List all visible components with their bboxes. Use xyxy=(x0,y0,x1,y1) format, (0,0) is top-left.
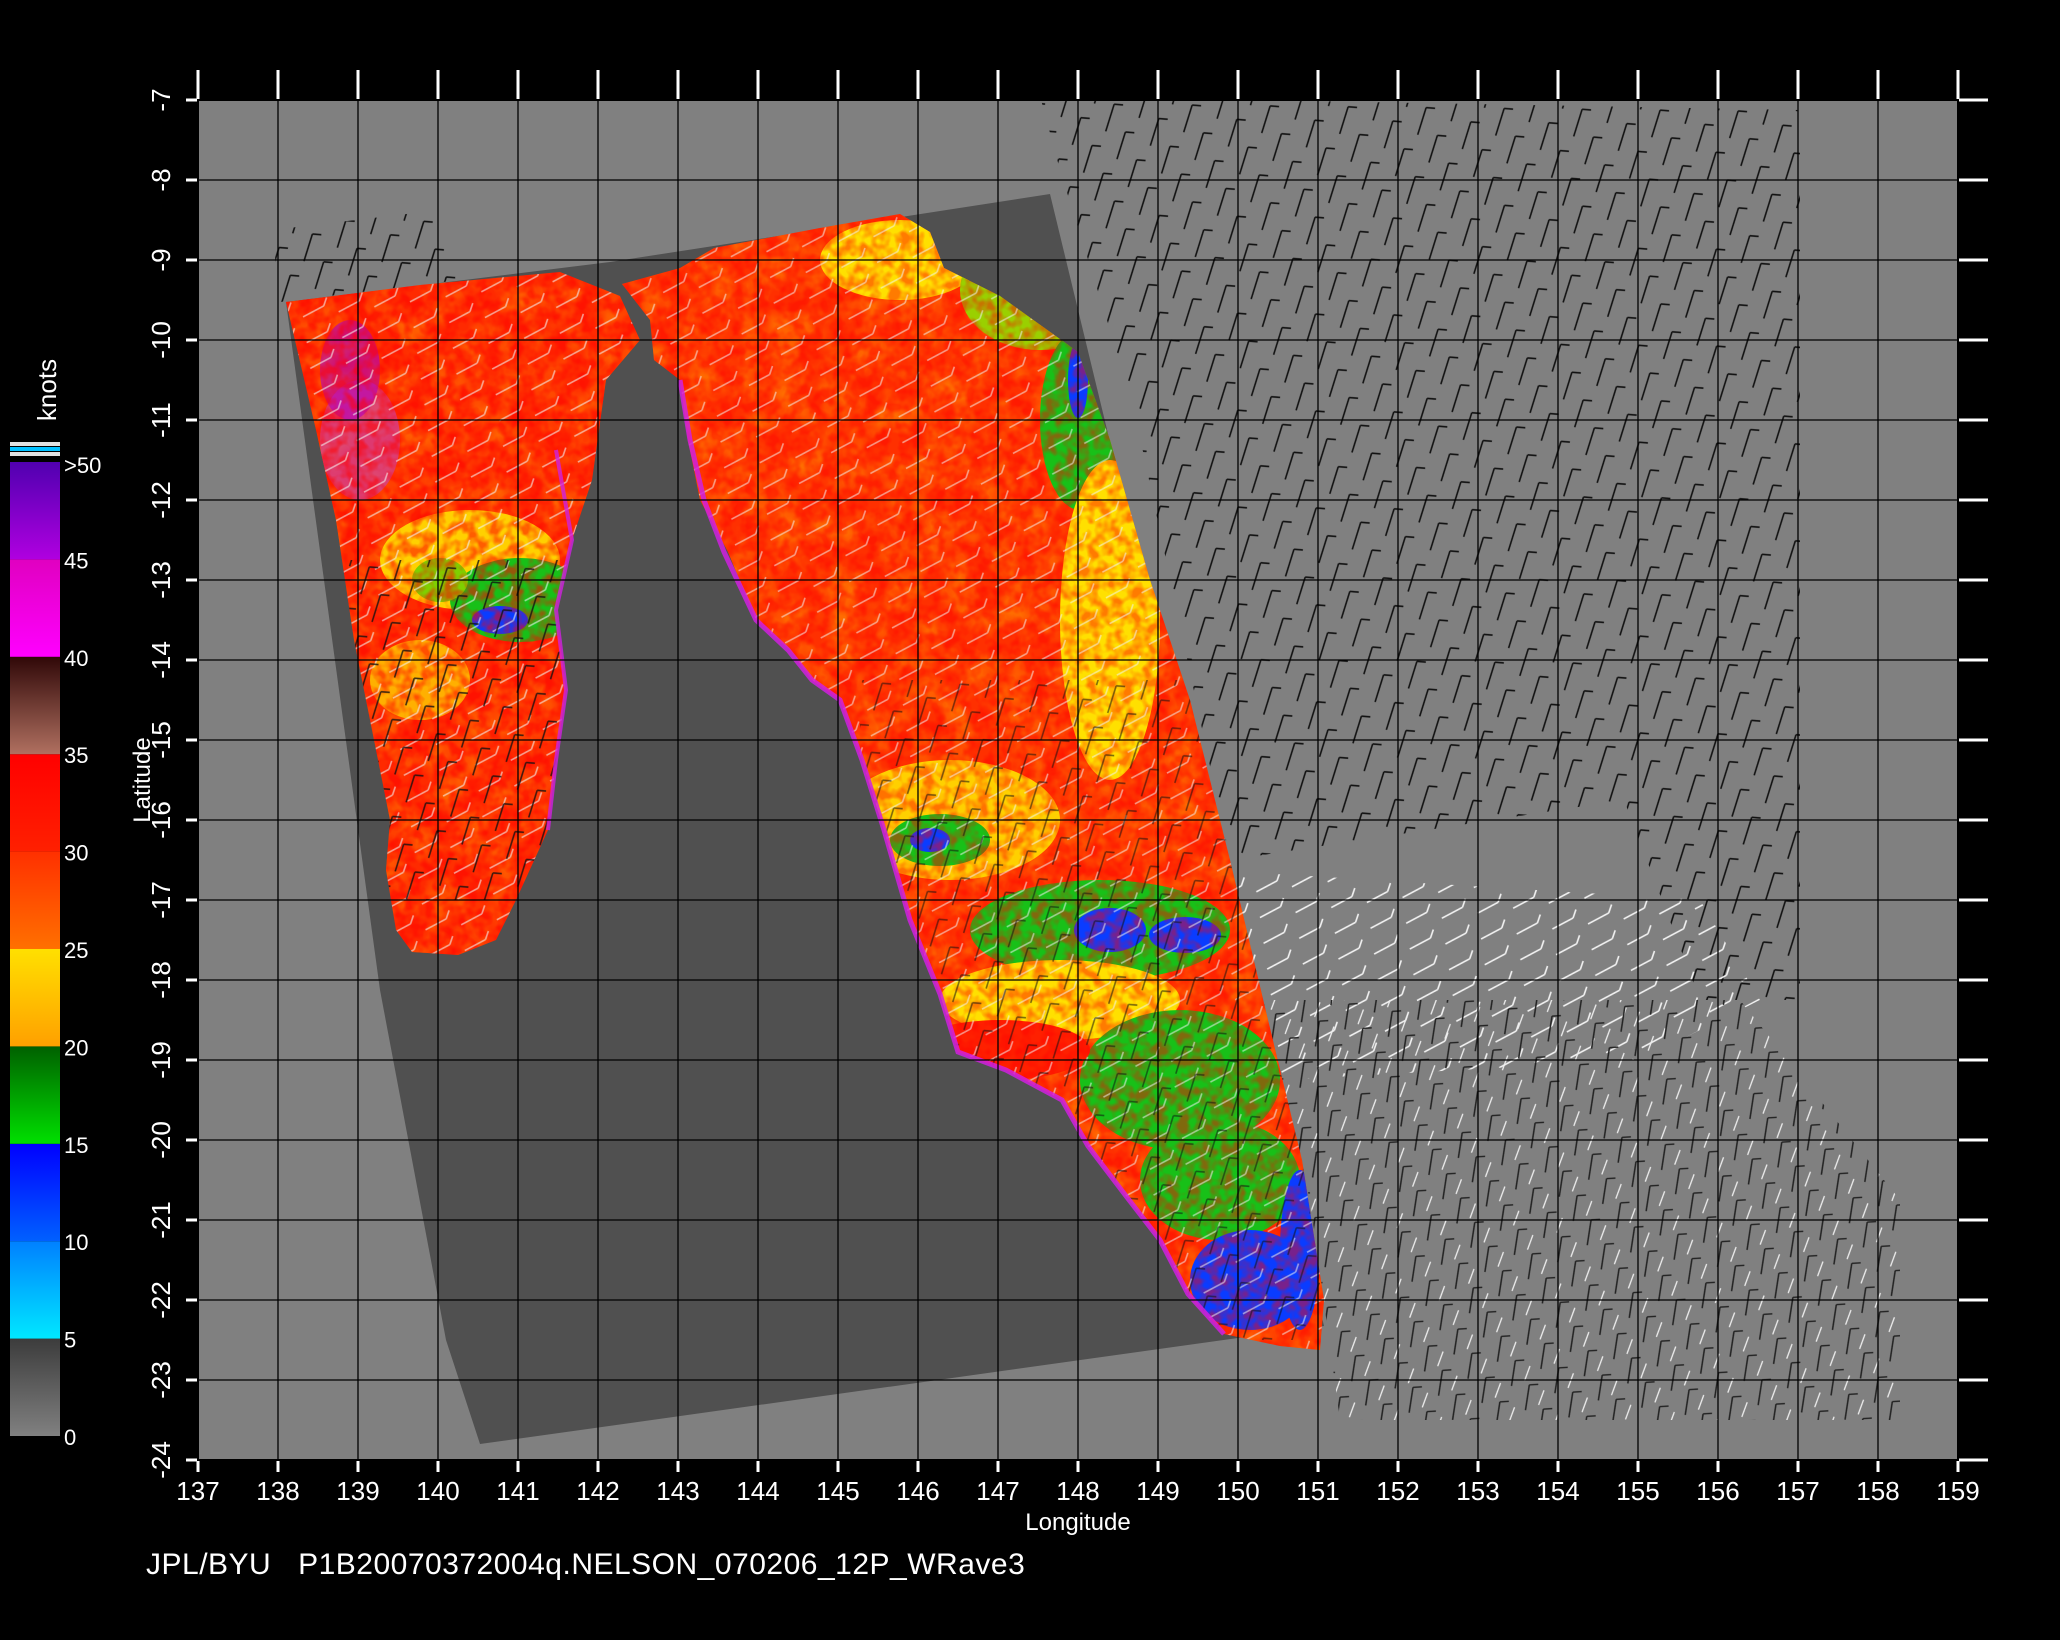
colorbar xyxy=(10,442,60,1436)
y-tick-label: -8 xyxy=(146,168,176,191)
colorbar-label: 5 xyxy=(64,1328,76,1353)
colorbar-overflow-stripe xyxy=(10,452,60,456)
x-tick-label: 151 xyxy=(1296,1476,1339,1506)
y-tick-label: -22 xyxy=(146,1281,176,1319)
y-tick-label: -11 xyxy=(146,402,176,438)
colorbar-overflow-stripe xyxy=(10,447,60,451)
x-axis-label: Longitude xyxy=(1025,1509,1130,1536)
y-tick-label: -24 xyxy=(146,1441,176,1479)
y-tick-label: -23 xyxy=(146,1361,176,1399)
colorbar-label: 20 xyxy=(64,1035,88,1060)
colorbar-bin xyxy=(10,1046,60,1144)
colorbar-label: 25 xyxy=(64,938,88,963)
figure-caption: JPL/BYU P1B20070372004q.NELSON_070206_12… xyxy=(146,1548,1043,1582)
x-tick-label: 146 xyxy=(896,1476,939,1506)
x-tick-label: 145 xyxy=(816,1476,859,1506)
x-tick-label: 159 xyxy=(1936,1476,1979,1506)
y-tick-label: -9 xyxy=(146,248,176,271)
colorbar-bin xyxy=(10,851,60,949)
colorbar-label: 40 xyxy=(64,646,88,671)
x-tick-label: 154 xyxy=(1536,1476,1579,1506)
x-tick-label: 152 xyxy=(1376,1476,1419,1506)
y-tick-label: -19 xyxy=(146,1041,176,1079)
y-tick-label: -18 xyxy=(146,961,176,999)
colorbar-label: 35 xyxy=(64,743,88,768)
x-tick-label: 140 xyxy=(416,1476,459,1506)
x-tick-label: 153 xyxy=(1456,1476,1499,1506)
x-tick-label: 143 xyxy=(656,1476,699,1506)
caption-file: P1B20070372004q.NELSON_070206_12P_WRave3 xyxy=(298,1548,1026,1581)
x-tick-label: 155 xyxy=(1616,1476,1659,1506)
colorbar-bin xyxy=(10,559,60,657)
colorbar-unit: knots xyxy=(32,359,62,421)
colorbar-bin xyxy=(10,1338,60,1436)
colorbar-bin xyxy=(10,1241,60,1339)
x-tick-label: 148 xyxy=(1056,1476,1099,1506)
colorbar-label: >50 xyxy=(64,453,101,478)
colorbar-labels: >50 45 40 35 30 25 20 15 10 5 0 xyxy=(64,453,101,1450)
y-tick-label: -12 xyxy=(146,481,176,519)
x-tick-label: 158 xyxy=(1856,1476,1899,1506)
colorbar-label: 45 xyxy=(64,548,88,573)
x-tick-label: 147 xyxy=(976,1476,1019,1506)
colorbar-label: 30 xyxy=(64,841,88,866)
colorbar-label: 10 xyxy=(64,1230,88,1255)
x-tick-label: 156 xyxy=(1696,1476,1739,1506)
colorbar-label: 0 xyxy=(64,1425,76,1450)
x-tick-label: 142 xyxy=(576,1476,619,1506)
y-tick-label: -20 xyxy=(146,1121,176,1159)
y-tick-label: -7 xyxy=(146,88,176,111)
y-tick-label: -13 xyxy=(146,561,176,599)
colorbar-bin xyxy=(10,656,60,755)
y-axis-label: Latitude xyxy=(129,737,156,822)
y-tick-label: -10 xyxy=(146,321,176,359)
x-tick-label: 157 xyxy=(1776,1476,1819,1506)
x-tick-label: 144 xyxy=(736,1476,779,1506)
x-tick-label: 149 xyxy=(1136,1476,1179,1506)
caption-source: JPL/BYU xyxy=(146,1548,272,1581)
colorbar-overflow-stripe xyxy=(10,442,60,446)
x-tick-label: 137 xyxy=(176,1476,219,1506)
colorbar-bin xyxy=(10,949,60,1047)
wind-map-figure: 137 138 139 140 141 142 143 144 145 146 147 148 149 1… xyxy=(10,70,1988,1536)
y-tick-label: -17 xyxy=(146,881,176,919)
x-tick-label: 138 xyxy=(256,1476,299,1506)
colorbar-bin xyxy=(10,462,60,560)
y-tick-label: -14 xyxy=(146,641,176,679)
y-tick-label: -21 xyxy=(146,1201,176,1239)
colorbar-bin xyxy=(10,1143,60,1242)
x-tick-label: 139 xyxy=(336,1476,379,1506)
x-tick-label: 141 xyxy=(496,1476,539,1506)
colorbar-bin xyxy=(10,754,60,852)
colorbar-label: 15 xyxy=(64,1133,88,1158)
x-tick-label: 150 xyxy=(1216,1476,1259,1506)
